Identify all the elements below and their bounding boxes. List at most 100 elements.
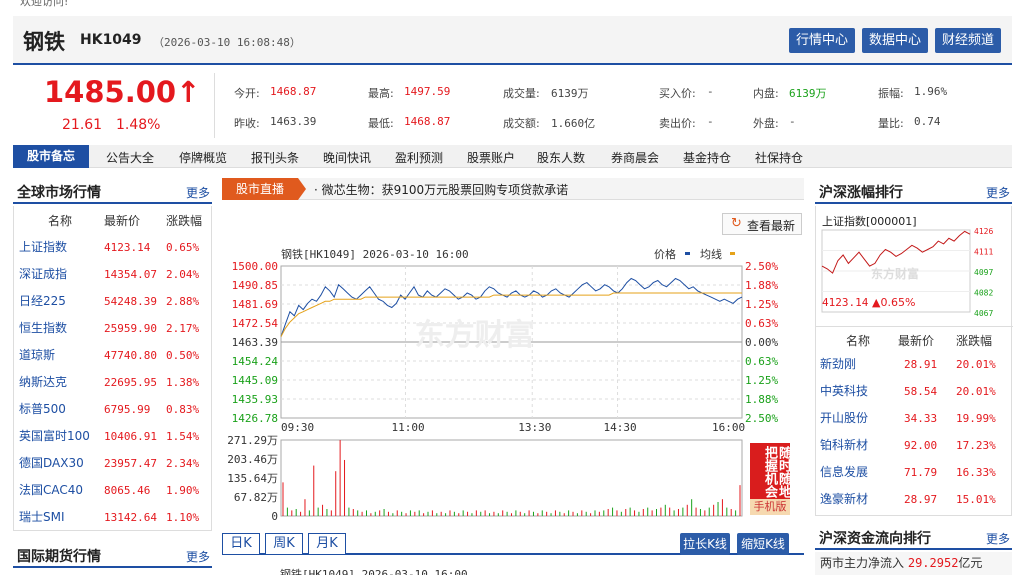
rank-panel: 沪深涨幅排行 更多 (815, 180, 1012, 204)
mini-y-tick: 4082 (974, 289, 993, 298)
stretch-kline-button[interactable]: 拉长K线 (680, 533, 730, 555)
nav-item[interactable]: 公告大全 (106, 149, 154, 166)
market-center-button[interactable]: 行情中心 (789, 28, 855, 53)
y-tick-left: 1500.00 (232, 260, 278, 273)
y-tick-right: 0.00% (745, 336, 778, 349)
stock-code: HK1049 (80, 32, 142, 48)
rank-table: 上证指数[000001] 4126 4111 4097 4082 4067 东方财富 41… (815, 206, 1013, 516)
nav-item[interactable]: 社保持仓 (755, 149, 803, 166)
live-arrow-icon (298, 178, 306, 200)
finance-channel-button[interactable]: 财经频道 (935, 28, 1001, 53)
volume-tick: 271.29万 (227, 434, 278, 447)
rank-row-price: 71.79 (904, 466, 938, 479)
stock-time: （2026-03-10 16:08:48） (153, 36, 301, 49)
global-row-price: 13142.64 (104, 511, 157, 524)
global-row-name[interactable]: 法国CAC40 (19, 477, 83, 504)
stat-value: - (707, 115, 714, 128)
mini-price: 4123.14 (822, 296, 869, 309)
mobile-promo[interactable]: 随时随地 把握机会 (750, 443, 791, 499)
volume-tick: 203.46万 (227, 453, 278, 466)
global-more-link[interactable]: 更多 (186, 184, 210, 201)
rank-more-link[interactable]: 更多 (986, 184, 1010, 201)
legend-price-swatch (685, 252, 690, 255)
global-row-name[interactable]: 瑞士SMI (19, 504, 65, 531)
price-change: 21.61 (62, 117, 103, 133)
stat-label: 买入价: (659, 87, 696, 100)
chart-title: 钢铁[HK1049] 2026-03-10 16:00 (281, 248, 469, 261)
tab-weekly-k[interactable]: 周K (265, 533, 303, 555)
flow-more-link[interactable]: 更多 (986, 530, 1010, 547)
global-row-name[interactable]: 深证成指 (19, 261, 67, 288)
flow-summary: 两市主力净流入 29.2952亿元 (815, 552, 1012, 575)
futures-more-link[interactable]: 更多 (186, 548, 210, 565)
y-tick-right: 1.88% (745, 393, 778, 406)
divider (816, 326, 1013, 327)
legend-avg: 均线 (700, 247, 722, 261)
global-row-price: 25959.90 (104, 322, 157, 335)
y-tick-left: 1463.39 (232, 336, 278, 349)
global-market-title: 全球市场行情 (17, 185, 101, 201)
rank-row-name[interactable]: 中英科技 (820, 378, 868, 405)
global-row-name[interactable]: 日经225 (19, 288, 66, 315)
nav-item[interactable]: 券商晨会 (611, 149, 659, 166)
mini-y-tick: 4097 (974, 268, 993, 277)
current-price: 1485.00↑ (44, 75, 201, 109)
x-tick: 09:30 (281, 421, 314, 434)
global-row-name[interactable]: 道琼斯 (19, 342, 55, 369)
live-bar: 股市直播 · 微芯生物：获9100万元股票回购专项贷款承诺 (222, 178, 804, 200)
nav-item[interactable]: 停牌概览 (179, 149, 227, 166)
stat-value: 6139万 (551, 87, 589, 100)
nav-item[interactable]: 基金持仓 (683, 149, 731, 166)
rank-row-pct: 15.01% (956, 493, 996, 506)
nav-item[interactable]: 报刊头条 (251, 149, 299, 166)
rank-row-name[interactable]: 信息发展 (820, 459, 868, 486)
rank-row-name[interactable]: 新劲刚 (820, 351, 856, 378)
live-news[interactable]: · 微芯生物：获9100万元股票回购专项贷款承诺 (314, 181, 568, 198)
stat-value: - (707, 85, 714, 98)
global-row-pct: 1.38% (166, 376, 200, 389)
y-tick-left: 1426.78 (232, 412, 278, 425)
stock-name: 钢铁 (23, 30, 65, 54)
global-row-name[interactable]: 英国富时100 (19, 423, 90, 450)
nav-item[interactable]: 盈利预测 (395, 149, 443, 166)
volume-tick: 67.82万 (234, 491, 278, 504)
y-tick-left: 1454.24 (232, 355, 279, 368)
data-center-button[interactable]: 数据中心 (862, 28, 928, 53)
global-row-name[interactable]: 恒生指数 (19, 315, 67, 342)
stock-header: 钢铁 HK1049 （2026-03-10 16:08:48） 行情中心 数据中… (13, 16, 1012, 65)
kline-tabs: 日K 周K 月K 拉长K线 缩短K线 (222, 533, 804, 555)
global-row-name[interactable]: 标普500 (19, 396, 66, 423)
x-tick: 11:00 (391, 421, 424, 434)
global-row-name[interactable]: 纳斯达克 (19, 369, 67, 396)
tab-daily-k[interactable]: 日K (222, 533, 260, 555)
global-row-name[interactable]: 德国DAX30 (19, 450, 84, 477)
rank-row-name[interactable]: 逸豪新材 (820, 486, 868, 513)
shrink-kline-button[interactable]: 缩短K线 (737, 533, 789, 555)
stat-label: 振幅: (878, 87, 904, 100)
mobile-promo-sub[interactable]: 手机版 (750, 499, 790, 515)
mini-y-tick: 4067 (974, 309, 993, 318)
flow-panel: 沪深资金流向排行 更多 (815, 526, 1012, 550)
rank-row-name[interactable]: 铂科新材 (820, 432, 868, 459)
nav-item[interactable]: 股东人数 (537, 149, 585, 166)
y-tick-right: 0.63% (745, 355, 778, 368)
legend-avg-swatch (730, 252, 735, 255)
global-row-price: 10406.91 (104, 430, 157, 443)
global-row-pct: 1.10% (166, 511, 200, 524)
up-arrow-icon: ↑ (176, 75, 201, 109)
global-row-price: 22695.95 (104, 376, 157, 389)
nav-item[interactable]: 股票账户 (467, 149, 515, 166)
mini-watermark: 东方财富 (871, 266, 919, 281)
nav-item[interactable]: 晚间快讯 (323, 149, 371, 166)
rank-row-price: 58.54 (904, 385, 938, 398)
global-market-table: 名称 最新价 涨跌幅 上证指数 4123.14 0.65% 深证成指 14354.07 2… (13, 206, 212, 531)
nav-first-tab[interactable]: 股市备忘 (13, 145, 89, 168)
global-row-name[interactable]: 上证指数 (19, 234, 67, 261)
futures-title: 国际期货行情 (17, 549, 101, 565)
tab-monthly-k[interactable]: 月K (308, 533, 346, 555)
stat-label: 量比: (878, 117, 904, 130)
global-row-price: 23957.47 (104, 457, 157, 470)
nav-bar: 股市备忘 公告大全 停牌概览 报刊头条 晚间快讯 盈利预测 股票账户 股东人数 券商晨会 基金持… (13, 145, 1012, 168)
refresh-button[interactable]: ↻ 查看最新 (722, 213, 802, 235)
rank-row-name[interactable]: 开山股份 (820, 405, 868, 432)
